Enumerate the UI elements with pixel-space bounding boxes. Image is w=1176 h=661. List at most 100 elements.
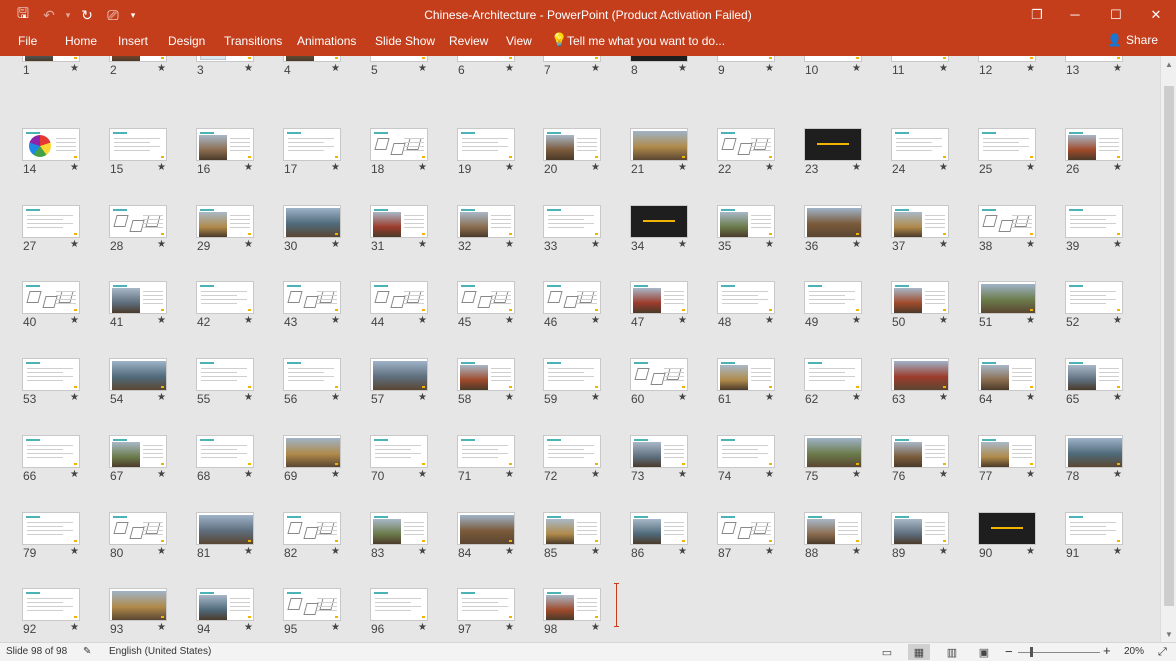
slide-preview[interactable]: [283, 281, 341, 314]
scrollbar-thumb[interactable]: [1164, 86, 1174, 606]
slide-preview[interactable]: [891, 128, 949, 161]
slide-preview[interactable]: [630, 512, 688, 545]
slide-thumbnail-63[interactable]: 63 ★: [891, 358, 977, 408]
transition-star-icon[interactable]: ★: [331, 239, 340, 250]
tab-home[interactable]: Home: [65, 34, 97, 48]
slide-thumbnail-20[interactable]: 20 ★: [543, 128, 629, 178]
transition-star-icon[interactable]: ★: [70, 239, 79, 250]
slide-preview[interactable]: [283, 358, 341, 391]
transition-star-icon[interactable]: ★: [1113, 469, 1122, 480]
transition-star-icon[interactable]: ★: [70, 469, 79, 480]
fit-to-window-icon[interactable]: ⤢: [1158, 646, 1167, 659]
slide-preview[interactable]: [630, 56, 688, 62]
transition-star-icon[interactable]: ★: [1026, 469, 1035, 480]
slide-thumbnail-36[interactable]: 36 ★: [804, 205, 890, 255]
slide-preview[interactable]: [543, 128, 601, 161]
slide-show-view-icon[interactable]: ▣: [973, 644, 995, 660]
slide-thumbnail-39[interactable]: 39 ★: [1065, 205, 1151, 255]
slide-thumbnail-80[interactable]: 80 ★: [109, 512, 195, 562]
transition-star-icon[interactable]: ★: [591, 239, 600, 250]
transition-star-icon[interactable]: ★: [331, 162, 340, 173]
transition-star-icon[interactable]: ★: [765, 63, 774, 74]
transition-star-icon[interactable]: ★: [852, 239, 861, 250]
slide-preview[interactable]: [891, 281, 949, 314]
slide-thumbnail-60[interactable]: 60 ★: [630, 358, 716, 408]
slide-thumbnail-77[interactable]: 77 ★: [978, 435, 1064, 485]
slide-thumbnail-28[interactable]: 28 ★: [109, 205, 195, 255]
transition-star-icon[interactable]: ★: [1113, 63, 1122, 74]
transition-star-icon[interactable]: ★: [157, 239, 166, 250]
tab-view[interactable]: View: [506, 34, 532, 48]
tell-me-search[interactable]: Tell me what you want to do...: [567, 34, 725, 48]
slide-preview[interactable]: [283, 128, 341, 161]
slide-preview[interactable]: [717, 128, 775, 161]
spelling-icon[interactable]: ✎: [83, 646, 91, 657]
slide-thumbnail-9[interactable]: 9 ★: [717, 56, 803, 79]
slide-preview[interactable]: [543, 588, 601, 621]
slide-preview[interactable]: [457, 128, 515, 161]
slide-thumbnail-37[interactable]: 37 ★: [891, 205, 977, 255]
slide-thumbnail-35[interactable]: 35 ★: [717, 205, 803, 255]
slide-thumbnail-32[interactable]: 32 ★: [457, 205, 543, 255]
slide-thumbnail-78[interactable]: 78 ★: [1065, 435, 1151, 485]
slide-thumbnail-23[interactable]: 23 ★: [804, 128, 890, 178]
transition-star-icon[interactable]: ★: [244, 63, 253, 74]
slide-preview[interactable]: [109, 358, 167, 391]
slide-sorter-view-icon[interactable]: ▦: [908, 644, 930, 660]
slide-thumbnail-91[interactable]: 91 ★: [1065, 512, 1151, 562]
slide-thumbnail-83[interactable]: 83 ★: [370, 512, 456, 562]
slide-thumbnail-4[interactable]: 4 ★: [283, 56, 369, 79]
slide-thumbnail-71[interactable]: 71 ★: [457, 435, 543, 485]
slide-thumbnail-18[interactable]: 18 ★: [370, 128, 456, 178]
tab-design[interactable]: Design: [168, 34, 205, 48]
slide-preview[interactable]: [196, 281, 254, 314]
transition-star-icon[interactable]: ★: [591, 392, 600, 403]
slide-preview[interactable]: [457, 56, 515, 62]
slide-thumbnail-25[interactable]: 25 ★: [978, 128, 1064, 178]
slide-preview[interactable]: [283, 512, 341, 545]
transition-star-icon[interactable]: ★: [852, 392, 861, 403]
slide-preview[interactable]: [543, 435, 601, 468]
slide-preview[interactable]: [891, 56, 949, 62]
slide-preview[interactable]: [1065, 128, 1123, 161]
slide-thumbnail-86[interactable]: 86 ★: [630, 512, 716, 562]
slide-thumbnail-46[interactable]: 46 ★: [543, 281, 629, 331]
transition-star-icon[interactable]: ★: [939, 315, 948, 326]
slide-thumbnail-15[interactable]: 15 ★: [109, 128, 195, 178]
slide-thumbnail-38[interactable]: 38 ★: [978, 205, 1064, 255]
slide-preview[interactable]: [978, 205, 1036, 238]
transition-star-icon[interactable]: ★: [244, 162, 253, 173]
slide-thumbnail-51[interactable]: 51 ★: [978, 281, 1064, 331]
slide-thumbnail-95[interactable]: 95 ★: [283, 588, 369, 638]
slide-thumbnail-49[interactable]: 49 ★: [804, 281, 890, 331]
slide-thumbnail-89[interactable]: 89 ★: [891, 512, 977, 562]
slide-thumbnail-66[interactable]: 66 ★: [22, 435, 108, 485]
slide-thumbnail-16[interactable]: 16 ★: [196, 128, 282, 178]
slide-preview[interactable]: [370, 56, 428, 62]
transition-star-icon[interactable]: ★: [591, 162, 600, 173]
transition-star-icon[interactable]: ★: [70, 63, 79, 74]
slide-preview[interactable]: [1065, 512, 1123, 545]
slide-thumbnail-5[interactable]: 5 ★: [370, 56, 456, 79]
slide-preview[interactable]: [978, 128, 1036, 161]
slide-preview[interactable]: [804, 205, 862, 238]
slide-thumbnail-17[interactable]: 17 ★: [283, 128, 369, 178]
slide-thumbnail-34[interactable]: 34 ★: [630, 205, 716, 255]
transition-star-icon[interactable]: ★: [244, 239, 253, 250]
slide-preview[interactable]: [196, 435, 254, 468]
transition-star-icon[interactable]: ★: [505, 239, 514, 250]
share-button[interactable]: 👤 Share: [1107, 33, 1158, 47]
slide-preview[interactable]: [891, 205, 949, 238]
slide-preview[interactable]: [804, 435, 862, 468]
slide-preview[interactable]: [717, 512, 775, 545]
transition-star-icon[interactable]: ★: [70, 622, 79, 633]
slide-preview[interactable]: [630, 358, 688, 391]
ribbon-display-options-icon[interactable]: ❐: [1017, 0, 1057, 29]
slide-preview[interactable]: [109, 56, 167, 62]
slide-thumbnail-10[interactable]: 10 ★: [804, 56, 890, 79]
slide-thumbnail-26[interactable]: 26 ★: [1065, 128, 1151, 178]
slide-preview[interactable]: [109, 205, 167, 238]
tab-transitions[interactable]: Transitions: [224, 34, 282, 48]
slide-thumbnail-94[interactable]: 94 ★: [196, 588, 282, 638]
transition-star-icon[interactable]: ★: [1113, 239, 1122, 250]
